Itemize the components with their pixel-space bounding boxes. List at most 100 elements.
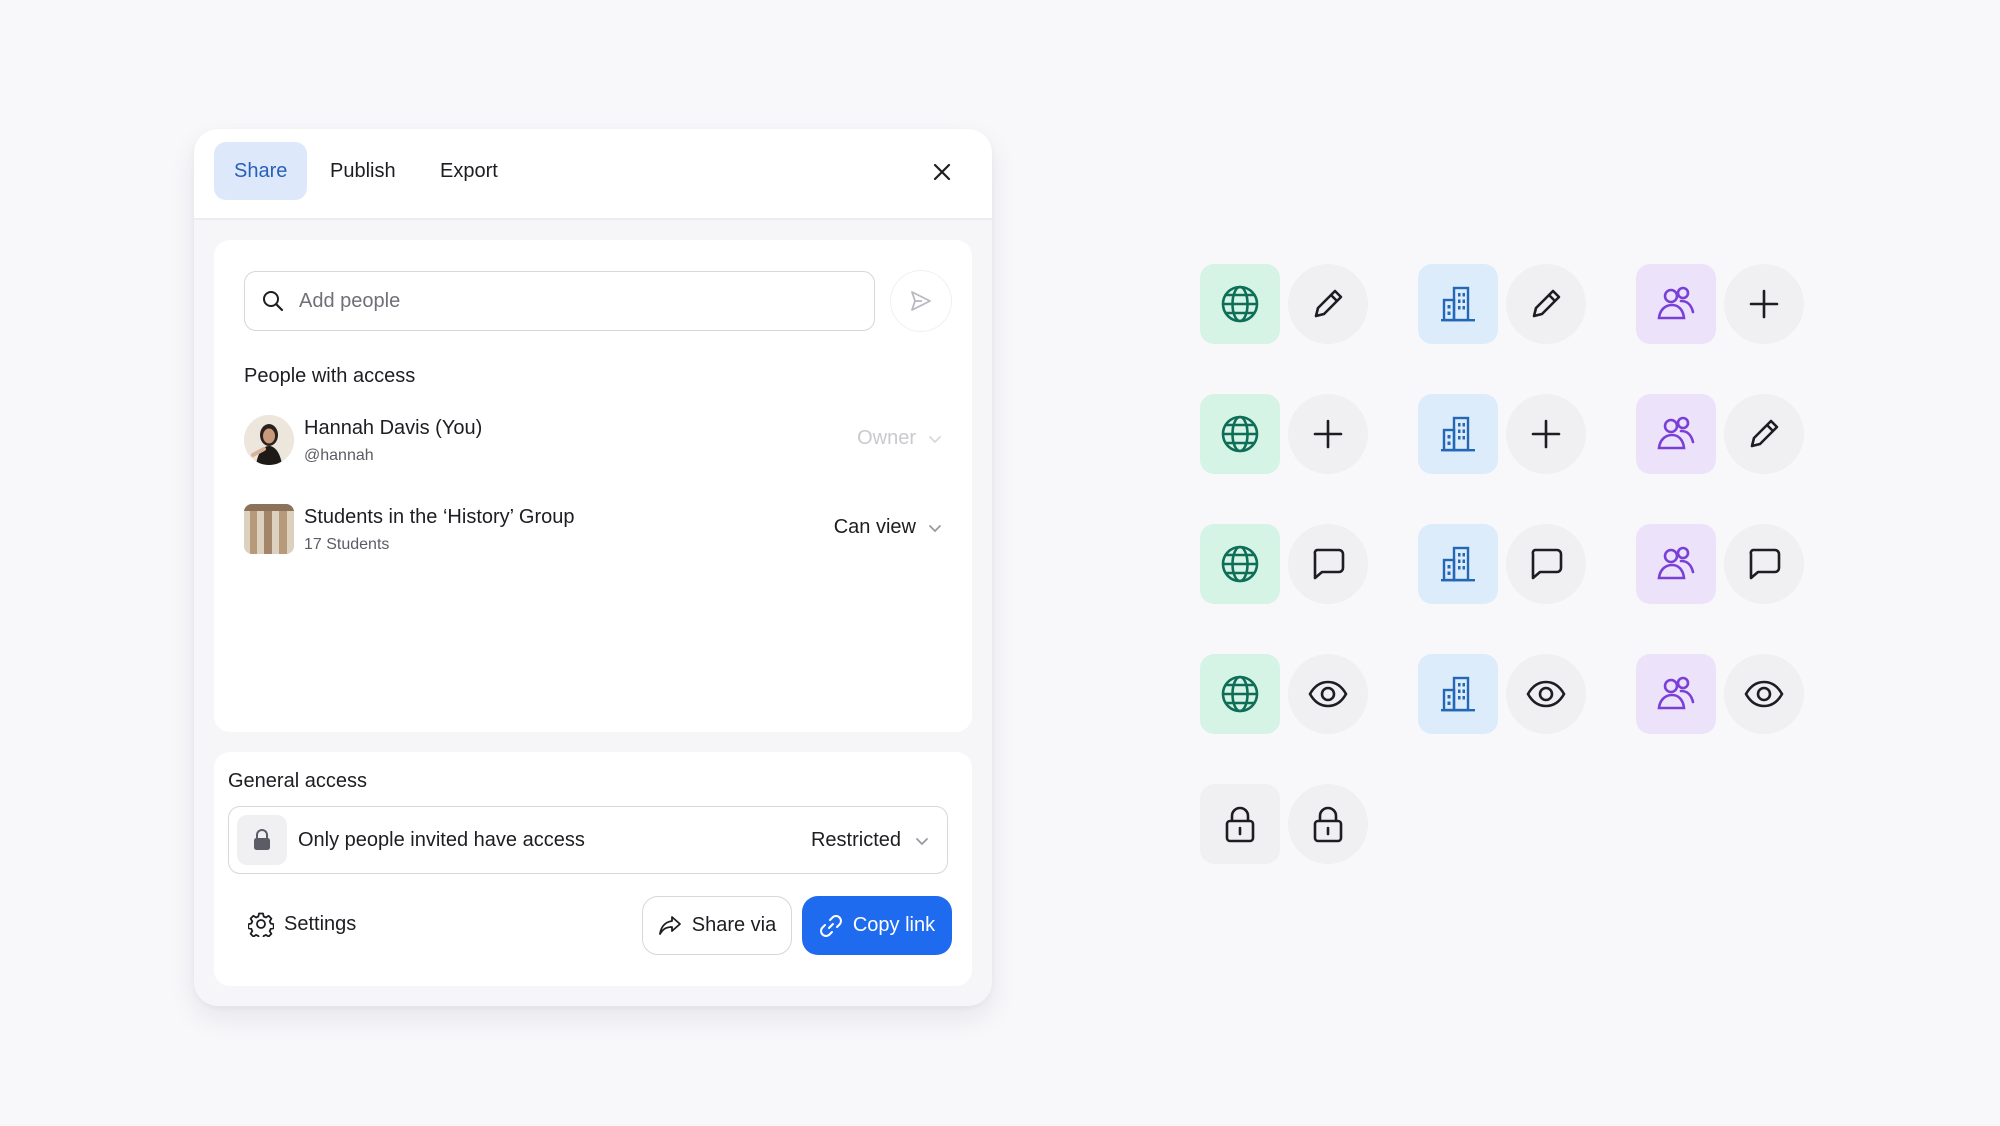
- access-level: Restricted: [811, 829, 929, 852]
- tab-share[interactable]: Share: [214, 142, 308, 200]
- person-handle: @hannah: [304, 447, 374, 464]
- building-tile: [1418, 654, 1498, 734]
- group-member-count: 17 Students: [304, 536, 390, 553]
- lock-circle: [1288, 784, 1368, 864]
- plus-icon: [1531, 419, 1561, 449]
- plus-icon: [1749, 289, 1779, 319]
- people-section-title: People with access: [244, 365, 416, 387]
- settings-label: Settings: [284, 912, 357, 935]
- pencil-icon: [1532, 289, 1561, 318]
- building-icon: [1441, 676, 1475, 712]
- add-circle: [1288, 394, 1368, 474]
- role-label: Owner: [857, 427, 916, 449]
- tab-export-label: Export: [440, 159, 498, 182]
- globe-icon: [1221, 545, 1259, 583]
- close-button[interactable]: [926, 156, 958, 188]
- eye-icon: [1308, 680, 1348, 708]
- lock-tile: [1200, 784, 1280, 864]
- lock-icon: [254, 829, 270, 850]
- group-avatar: [244, 504, 294, 554]
- add-circle: [1724, 264, 1804, 344]
- pencil-icon: [1314, 289, 1343, 318]
- edit-circle: [1288, 264, 1368, 344]
- group-role-select[interactable]: Can view: [834, 516, 942, 539]
- globe-tile: [1200, 264, 1280, 344]
- add-circle: [1506, 394, 1586, 474]
- plus-icon: [1313, 419, 1343, 449]
- tab-share-label: Share: [234, 159, 288, 182]
- person-row: Students in the ‘History’ Group 17 Stude…: [244, 504, 942, 556]
- avatar: [244, 415, 294, 465]
- eye-icon: [1744, 680, 1784, 708]
- access-level-label: Restricted: [810, 829, 901, 851]
- tab-publish[interactable]: Publish: [310, 142, 416, 200]
- add-people-input[interactable]: [299, 289, 839, 313]
- person-row: Hannah Davis (You) @hannah Owner: [244, 415, 942, 467]
- comment-icon: [1531, 548, 1563, 580]
- building-icon: [1441, 416, 1475, 452]
- group-name: Students in the ‘History’ Group: [304, 506, 575, 528]
- comment-circle: [1288, 524, 1368, 604]
- pencil-icon: [1750, 419, 1779, 448]
- globe-tile: [1200, 394, 1280, 474]
- building-tile: [1418, 264, 1498, 344]
- chevron-down-icon: [916, 837, 928, 845]
- comment-icon: [1313, 548, 1345, 580]
- share-via-button[interactable]: Share via: [642, 896, 792, 955]
- tab-export[interactable]: Export: [420, 142, 518, 200]
- owner-role-select: Owner: [857, 427, 942, 450]
- globe-icon: [1221, 285, 1259, 323]
- close-icon: [933, 163, 951, 181]
- copy-link-label: Copy link: [852, 914, 936, 936]
- copy-link-button[interactable]: Copy link: [802, 896, 952, 955]
- edit-circle: [1506, 264, 1586, 344]
- people-icon: [1657, 676, 1695, 710]
- globe-tile: [1200, 654, 1280, 734]
- general-access-title: General access: [228, 770, 367, 792]
- lock-tile: [237, 815, 287, 865]
- comment-icon: [1749, 548, 1781, 580]
- people-icon: [1657, 286, 1695, 320]
- building-tile: [1418, 524, 1498, 604]
- people-tile: [1636, 394, 1716, 474]
- chevron-down-icon: [929, 435, 941, 443]
- lock-icon: [1225, 806, 1255, 843]
- tab-publish-label: Publish: [330, 159, 396, 182]
- people-icon: [1657, 416, 1695, 450]
- dialog-tabbar: Share Publish Export: [194, 129, 992, 220]
- people-tile: [1636, 524, 1716, 604]
- send-invite-button[interactable]: [891, 271, 951, 331]
- building-icon: [1441, 546, 1475, 582]
- chevron-down-icon: [929, 524, 941, 532]
- globe-icon: [1221, 415, 1259, 453]
- people-tile: [1636, 264, 1716, 344]
- view-circle: [1506, 654, 1586, 734]
- general-access-card: General access Only people invited have …: [214, 752, 972, 986]
- person-name: Hannah Davis (You): [304, 417, 483, 439]
- general-access-select[interactable]: Only people invited have access Restrict…: [228, 806, 948, 874]
- comment-circle: [1506, 524, 1586, 604]
- lock-icon: [1313, 806, 1343, 843]
- access-description: Only people invited have access: [298, 829, 585, 851]
- globe-icon: [1221, 675, 1259, 713]
- role-label: Can view: [833, 516, 916, 538]
- globe-tile: [1200, 524, 1280, 604]
- people-icon: [1657, 546, 1695, 580]
- search-box[interactable]: [244, 271, 875, 331]
- building-tile: [1418, 394, 1498, 474]
- send-icon: [911, 291, 931, 311]
- share-dialog: Share Publish Export People with access …: [194, 129, 992, 1006]
- link-icon: [819, 914, 842, 937]
- people-card: People with access Hannah Davis (You) @h…: [214, 240, 972, 732]
- eye-icon: [1526, 680, 1566, 708]
- search-icon: [263, 291, 284, 312]
- edit-circle: [1724, 394, 1804, 474]
- share-icon: [658, 915, 681, 935]
- building-icon: [1441, 286, 1475, 322]
- view-circle: [1724, 654, 1804, 734]
- comment-circle: [1724, 524, 1804, 604]
- view-circle: [1288, 654, 1368, 734]
- settings-button[interactable]: Settings: [248, 906, 356, 942]
- gear-icon: [248, 912, 274, 937]
- people-tile: [1636, 654, 1716, 734]
